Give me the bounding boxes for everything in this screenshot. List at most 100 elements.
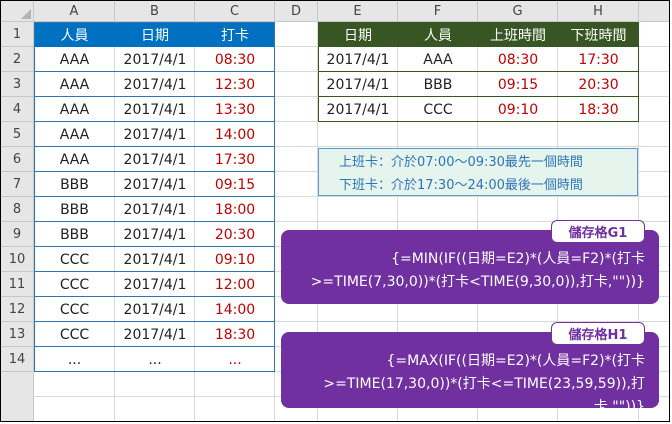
cell-person[interactable]: BBB: [34, 197, 115, 222]
cell-person[interactable]: BBB: [398, 72, 478, 97]
cell-date[interactable]: 2017/4/1: [115, 147, 195, 172]
cell-person[interactable]: BBB: [34, 172, 115, 197]
formula-line: >=TIME(7,30,0))*(打卡<TIME(9,30,0)),打卡,"")…: [310, 274, 645, 290]
cell-clock-in[interactable]: 09:10: [478, 97, 558, 122]
note-box: 上班卡：介於07:00～09:30最先一個時間 下班卡：介於17:30～24:0…: [318, 148, 638, 196]
left-table-rule: [34, 146, 275, 147]
cell-punch[interactable]: 08:30: [195, 47, 275, 72]
cell-punch[interactable]: 09:10: [195, 247, 275, 272]
cell-clock-in[interactable]: 09:15: [478, 72, 558, 97]
cell-punch[interactable]: 09:15: [195, 172, 275, 197]
cell-date[interactable]: 2017/4/1: [115, 247, 195, 272]
cell-punch[interactable]: 18:00: [195, 197, 275, 222]
cell-person[interactable]: AAA: [34, 47, 115, 72]
row-header-2[interactable]: 2: [1, 47, 34, 72]
cell-clock-out[interactable]: 20:30: [558, 72, 639, 97]
cell-person[interactable]: CCC: [34, 272, 115, 297]
cell-person[interactable]: ...: [34, 347, 115, 372]
left-table-rule: [34, 96, 275, 97]
cell-date[interactable]: 2017/4/1: [115, 322, 195, 347]
row-header-12[interactable]: 12: [1, 297, 34, 322]
row-header-9[interactable]: 9: [1, 222, 34, 247]
header-cell-person[interactable]: 人員: [398, 22, 478, 47]
column-header-b[interactable]: B: [115, 1, 195, 22]
column-header-e[interactable]: E: [318, 1, 398, 22]
column-header-d[interactable]: D: [275, 1, 318, 22]
cell-date[interactable]: 2017/4/1: [115, 97, 195, 122]
callout-tag-h1: 儲存格H1: [551, 322, 645, 345]
row-header-8[interactable]: 8: [1, 197, 34, 222]
cell-clock-in[interactable]: 08:30: [478, 47, 558, 72]
row-header-7[interactable]: 7: [1, 172, 34, 197]
column-header-c[interactable]: C: [195, 1, 275, 22]
row-header-14[interactable]: 14: [1, 347, 34, 372]
left-table-rule: [34, 271, 275, 272]
select-all-triangle-icon: [21, 9, 31, 19]
row-header-4[interactable]: 4: [1, 97, 34, 122]
cell-punch[interactable]: 17:30: [195, 147, 275, 172]
cell-date[interactable]: 2017/4/1: [115, 222, 195, 247]
cell-person[interactable]: AAA: [34, 97, 115, 122]
cell-person[interactable]: CCC: [34, 322, 115, 347]
cell-punch[interactable]: 12:00: [195, 272, 275, 297]
cell-date[interactable]: 2017/4/1: [115, 72, 195, 97]
note-clock-out-rule: 下班卡：介於17:30～24:00最後一個時間: [339, 178, 583, 193]
left-table-rule: [34, 121, 275, 122]
cell-date[interactable]: 2017/4/1: [318, 47, 398, 72]
header-cell-punch[interactable]: 打卡: [195, 22, 275, 47]
formula-line: {=MIN(IF((日期=E2)*(人員=F2)*(打卡: [391, 251, 645, 267]
cell-date[interactable]: 2017/4/1: [115, 197, 195, 222]
column-header-g[interactable]: G: [478, 1, 558, 22]
column-header-a[interactable]: A: [34, 1, 115, 22]
left-table-rule: [34, 321, 275, 322]
cell-person[interactable]: BBB: [34, 222, 115, 247]
cell-date[interactable]: 2017/4/1: [115, 172, 195, 197]
header-cell-clock-out[interactable]: 下班時間: [558, 22, 639, 47]
cell-punch[interactable]: 20:30: [195, 222, 275, 247]
cell-date[interactable]: 2017/4/1: [115, 122, 195, 147]
cell-date[interactable]: 2017/4/1: [115, 47, 195, 72]
cell-punch[interactable]: ...: [195, 347, 275, 372]
cell-date[interactable]: ...: [115, 347, 195, 372]
header-cell-date[interactable]: 日期: [318, 22, 398, 47]
row-header-15[interactable]: [1, 372, 34, 422]
row-header-11[interactable]: 11: [1, 272, 34, 297]
column-header-f[interactable]: F: [398, 1, 478, 22]
cell-person[interactable]: AAA: [398, 47, 478, 72]
row-header-3[interactable]: 3: [1, 72, 34, 97]
header-cell-person[interactable]: 人員: [34, 22, 115, 47]
cell-person[interactable]: CCC: [34, 247, 115, 272]
cell-date[interactable]: 2017/4/1: [115, 272, 195, 297]
row-header-5[interactable]: 5: [1, 122, 34, 147]
cell-person[interactable]: AAA: [34, 122, 115, 147]
cell-person[interactable]: AAA: [34, 72, 115, 97]
cell-punch[interactable]: 12:30: [195, 72, 275, 97]
right-table-rule: [318, 71, 639, 72]
cell-date[interactable]: 2017/4/1: [318, 97, 398, 122]
column-header-h[interactable]: H: [558, 1, 639, 22]
left-table-rule: [34, 296, 275, 297]
left-table-rule: [34, 221, 275, 222]
header-cell-clock-in[interactable]: 上班時間: [478, 22, 558, 47]
cell-person[interactable]: CCC: [398, 97, 478, 122]
cell-clock-out[interactable]: 17:30: [558, 47, 639, 72]
select-all-button[interactable]: [1, 1, 34, 22]
row-header-13[interactable]: 13: [1, 322, 34, 347]
cell-punch[interactable]: 18:30: [195, 322, 275, 347]
cell-date[interactable]: 2017/4/1: [115, 297, 195, 322]
cell-person[interactable]: AAA: [34, 147, 115, 172]
cell-date[interactable]: 2017/4/1: [318, 72, 398, 97]
row-header-10[interactable]: 10: [1, 247, 34, 272]
cell-person[interactable]: CCC: [34, 297, 115, 322]
column-header-i[interactable]: [639, 1, 670, 22]
row-header-6[interactable]: 6: [1, 147, 34, 172]
left-table-rule: [34, 196, 275, 197]
formula-line: >=TIME(17,30,0))*(打卡<=TIME(23,59,59)),打卡…: [323, 376, 645, 415]
cell-punch[interactable]: 14:00: [195, 297, 275, 322]
row-header-1[interactable]: 1: [1, 22, 34, 47]
cell-punch[interactable]: 13:30: [195, 97, 275, 122]
left-table-rule: [34, 246, 275, 247]
header-cell-date[interactable]: 日期: [115, 22, 195, 47]
cell-clock-out[interactable]: 18:30: [558, 97, 639, 122]
cell-punch[interactable]: 14:00: [195, 122, 275, 147]
